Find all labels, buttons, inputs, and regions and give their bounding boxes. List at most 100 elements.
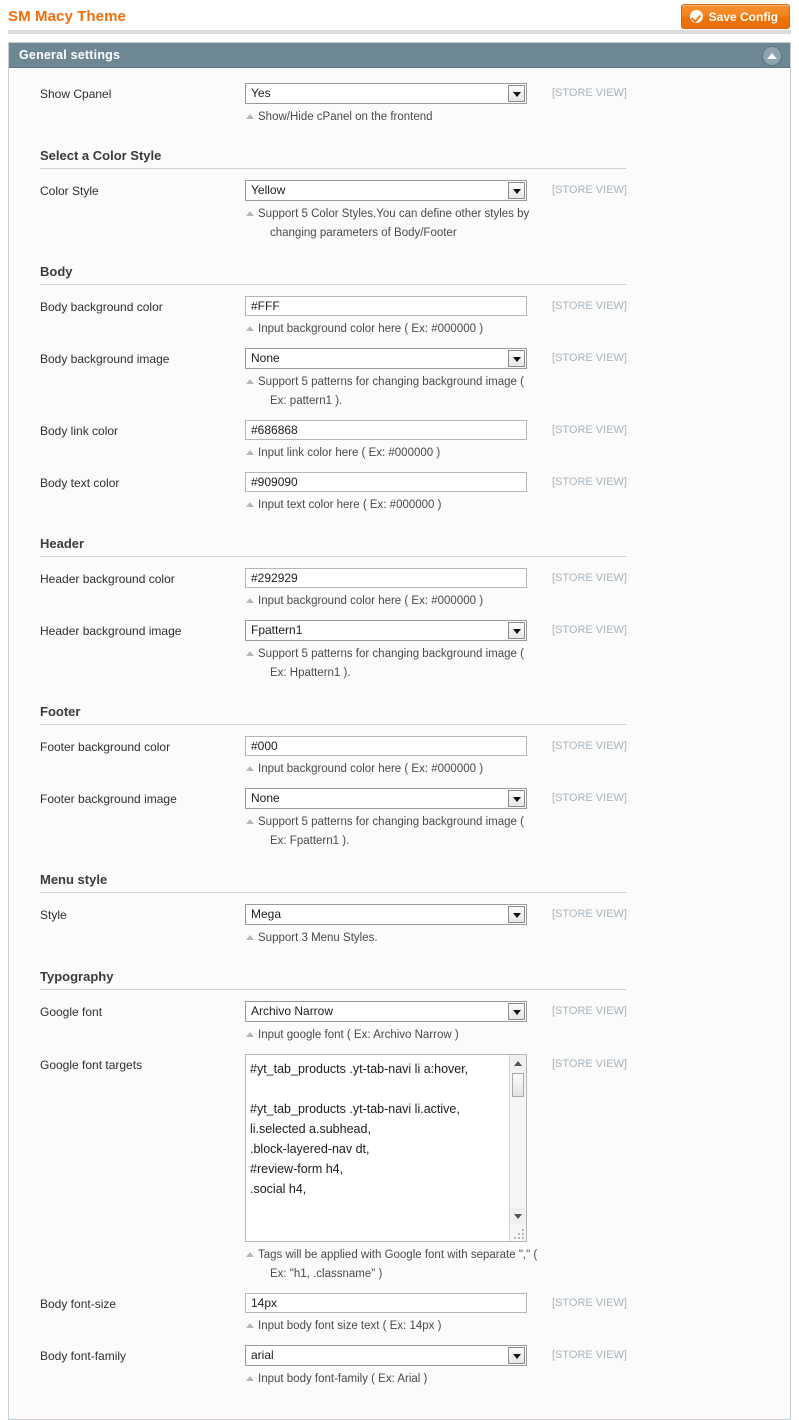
general-settings-panel: General settings Show Cpanel Yes Show/Hide… [8, 42, 791, 1420]
select-value-footer-background-image: None [251, 791, 280, 805]
hint-line-1: Input body font size text ( Ex: 14px ) [258, 1320, 442, 1332]
field-row-body-background-image: Body background image None Support 5 patte… [9, 343, 790, 415]
field-control-header-background-color: Input background color here ( Ex: #00000… [245, 568, 527, 611]
field-hint-style: Support 3 Menu Styles. [245, 929, 548, 948]
field-label-body-background-color: Body background color [40, 300, 163, 314]
hint-triangle-icon [246, 450, 254, 455]
select-color-style[interactable]: Yellow [245, 180, 527, 201]
field-control-header-background-image: Fpattern1 Support 5 patterns for changing… [245, 620, 527, 683]
hint-line-1: Support 5 Color Styles.You can define ot… [258, 208, 530, 220]
chevron-down-icon[interactable] [508, 790, 525, 807]
chevron-down-icon[interactable] [508, 85, 525, 102]
select-body-font-family[interactable]: arial [245, 1345, 527, 1366]
select-header-background-image[interactable]: Fpattern1 [245, 620, 527, 641]
hint-line-1: Support 3 Menu Styles. [258, 932, 378, 944]
section-heading-typography: Typography [40, 969, 626, 990]
select-footer-background-image[interactable]: None [245, 788, 527, 809]
select-google-font[interactable]: Archivo Narrow [245, 1001, 527, 1022]
textarea-scrollbar[interactable] [509, 1055, 526, 1241]
hint-line-1: Input background color here ( Ex: #00000… [258, 763, 484, 775]
hint-line-1: Input google font ( Ex: Archivo Narrow ) [258, 1029, 459, 1041]
hint-triangle-icon [246, 211, 254, 216]
input-body-link-color[interactable] [245, 420, 527, 440]
store-scope-label: [STORE VIEW] [552, 352, 627, 364]
field-hint-show-cpanel: Show/Hide cPanel on the frontend [245, 108, 548, 127]
store-scope-label: [STORE VIEW] [552, 624, 627, 636]
field-label-body-font-size: Body font-size [40, 1297, 117, 1311]
field-row-body-font-size: Body font-size Input body font size text … [9, 1288, 790, 1340]
hint-triangle-icon [246, 1032, 254, 1037]
field-row-footer-background-image: Footer background image None Support 5 pat… [9, 783, 790, 855]
hint-line-1: Support 5 patterns for changing backgrou… [258, 648, 524, 660]
panel-header[interactable]: General settings [9, 43, 790, 68]
field-control-body-background-color: Input background color here ( Ex: #00000… [245, 296, 527, 339]
section-heading-menu-style: Menu style [40, 872, 626, 893]
save-config-button[interactable]: Save Config [680, 4, 790, 29]
store-scope-label: [STORE VIEW] [552, 908, 627, 920]
hint-line-1: Support 5 patterns for changing backgrou… [258, 816, 524, 828]
hint-line-1: Input text color here ( Ex: #000000 ) [258, 499, 442, 511]
field-label-footer-background-image: Footer background image [40, 792, 177, 806]
hint-line-1: Show/Hide cPanel on the frontend [258, 111, 433, 123]
caret-up-icon[interactable] [762, 46, 782, 66]
select-value-style: Mega [251, 907, 282, 921]
hint-triangle-icon [246, 1323, 254, 1328]
hint-triangle-icon [246, 1376, 254, 1381]
section-heading-footer: Footer [40, 704, 626, 725]
hint-line-1: Input background color here ( Ex: #00000… [258, 323, 484, 335]
chevron-down-icon[interactable] [508, 1347, 525, 1364]
input-header-background-color[interactable] [245, 568, 527, 588]
field-hint-body-text-color: Input text color here ( Ex: #000000 ) [245, 496, 548, 515]
field-control-body-background-image: None Support 5 patterns for changing back… [245, 348, 527, 411]
field-row-show-cpanel: Show Cpanel Yes Show/Hide cPanel on the fr… [9, 78, 790, 131]
hint-line-1: Input body font-family ( Ex: Arial ) [258, 1373, 428, 1385]
field-label-style: Style [40, 908, 67, 922]
field-hint-header-background-image: Support 5 patterns for changing backgrou… [245, 645, 548, 683]
select-show-cpanel[interactable]: Yes [245, 83, 527, 104]
field-label-body-text-color: Body text color [40, 476, 120, 490]
resize-grip-icon[interactable] [513, 1228, 525, 1240]
select-body-background-image[interactable]: None [245, 348, 527, 369]
select-value-color-style: Yellow [251, 183, 286, 197]
field-row-footer-background-color: Footer background color Input background … [9, 731, 790, 783]
scroll-down-icon[interactable] [510, 1208, 526, 1224]
hint-triangle-icon [246, 1252, 254, 1257]
hint-line-1: Input link color here ( Ex: #000000 ) [258, 447, 441, 459]
page-header: SM Macy Theme Save Config [0, 0, 799, 34]
field-label-show-cpanel: Show Cpanel [40, 87, 112, 101]
input-body-font-size[interactable] [245, 1293, 527, 1313]
field-control-footer-background-image: None Support 5 patterns for changing back… [245, 788, 527, 851]
scrollbar-thumb[interactable] [512, 1073, 524, 1097]
input-footer-background-color[interactable] [245, 736, 527, 756]
chevron-down-icon[interactable] [508, 1003, 525, 1020]
field-row-body-background-color: Body background color Input background co… [9, 291, 790, 343]
hint-line-2: Ex: pattern1 ). [270, 395, 343, 407]
textarea-value-google-font-targets[interactable]: #yt_tab_products .yt-tab-navi li a:hover… [250, 1059, 498, 1239]
store-scope-label: [STORE VIEW] [552, 184, 627, 196]
header-divider [8, 30, 791, 34]
field-row-google-font-targets: Google font targets #yt_tab_products .yt-… [9, 1049, 790, 1288]
field-control-body-font-size: Input body font size text ( Ex: 14px ) [245, 1293, 527, 1336]
field-hint-header-background-color: Input background color here ( Ex: #00000… [245, 592, 548, 611]
store-scope-label: [STORE VIEW] [552, 572, 627, 584]
panel-body: Show Cpanel Yes Show/Hide cPanel on the fr… [9, 68, 790, 1419]
chevron-down-icon[interactable] [508, 350, 525, 367]
input-body-background-color[interactable] [245, 296, 527, 316]
hint-triangle-icon [246, 766, 254, 771]
field-label-color-style: Color Style [40, 184, 99, 198]
input-body-text-color[interactable] [245, 472, 527, 492]
store-scope-label: [STORE VIEW] [552, 424, 627, 436]
save-config-label: Save Config [708, 9, 778, 24]
field-row-google-font: Google font Archivo Narrow Input google fo… [9, 996, 790, 1049]
select-value-body-font-family: arial [251, 1348, 274, 1362]
select-style[interactable]: Mega [245, 904, 527, 925]
chevron-down-icon[interactable] [508, 622, 525, 639]
scroll-up-icon[interactable] [510, 1055, 526, 1071]
field-label-body-font-family: Body font-family [40, 1349, 127, 1363]
field-label-google-font: Google font [40, 1005, 103, 1019]
field-row-body-font-family: Body font-family arial Input body font-fam… [9, 1340, 790, 1393]
chevron-down-icon[interactable] [508, 182, 525, 199]
textarea-google-font-targets[interactable]: #yt_tab_products .yt-tab-navi li a:hover… [245, 1054, 527, 1242]
store-scope-label: [STORE VIEW] [552, 1005, 627, 1017]
chevron-down-icon[interactable] [508, 906, 525, 923]
